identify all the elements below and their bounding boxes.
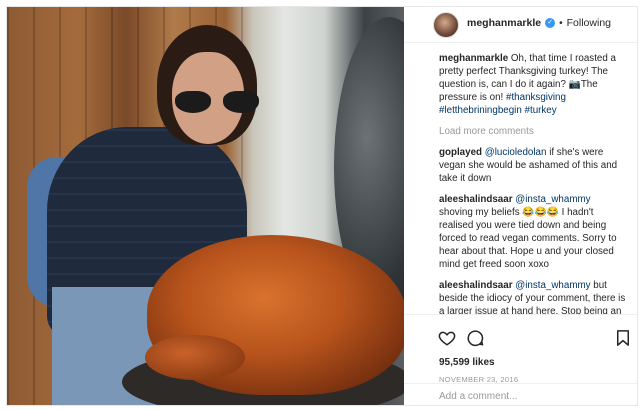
comment-mention[interactable]: @insta_whammy — [515, 280, 590, 291]
turkey-leg — [145, 335, 245, 380]
action-icons — [438, 329, 630, 349]
post-photo[interactable] — [7, 7, 404, 405]
likes-count[interactable]: 95,599 likes — [439, 357, 495, 368]
following-button[interactable]: Following — [567, 17, 611, 29]
comment-icon[interactable] — [466, 329, 484, 347]
header-text: meghanmarkle ✓ • Following — [467, 17, 611, 29]
load-more-comments-button[interactable]: Load more comments — [439, 125, 627, 138]
verified-badge-icon: ✓ — [545, 18, 556, 28]
avatar[interactable] — [433, 12, 459, 38]
comment-text: shoving my beliefs 😂😂😂 I hadn't realised… — [439, 207, 617, 270]
comment-item: goplayed @lucioledolan if she's were veg… — [439, 146, 627, 185]
comment-item: aleeshalindsaar @insta_whammy but beside… — [439, 279, 627, 314]
hashtag[interactable]: #turkey — [525, 105, 557, 116]
caption: meghanmarkle Oh, that time I roasted a p… — [439, 52, 627, 117]
add-comment-bar — [404, 383, 637, 405]
bookmark-icon[interactable] — [614, 329, 632, 347]
comment-username[interactable]: aleeshalindsaar — [439, 280, 513, 291]
add-comment-input[interactable] — [439, 388, 624, 404]
comments-section: meghanmarkle Oh, that time I roasted a p… — [404, 44, 637, 314]
post-card: meghanmarkle ✓ • Following meghanmarkle … — [6, 6, 638, 406]
heart-icon[interactable] — [438, 329, 456, 347]
hashtag[interactable]: #letthebriningbegin — [439, 105, 522, 116]
comment-username[interactable]: goplayed — [439, 147, 482, 158]
comment-item: aleeshalindsaar @insta_whammy shoving my… — [439, 193, 627, 271]
header-username[interactable]: meghanmarkle — [467, 17, 541, 29]
comment-mention[interactable]: @lucioledolan — [485, 147, 547, 158]
separator-dot: • — [559, 17, 563, 29]
post-header: meghanmarkle ✓ • Following — [404, 7, 637, 43]
comment-username[interactable]: aleeshalindsaar — [439, 194, 513, 205]
sunglasses — [175, 91, 259, 115]
hashtag[interactable]: #thanksgiving — [506, 92, 566, 103]
caption-username[interactable]: meghanmarkle — [439, 53, 508, 64]
comment-mention[interactable]: @insta_whammy — [515, 194, 590, 205]
